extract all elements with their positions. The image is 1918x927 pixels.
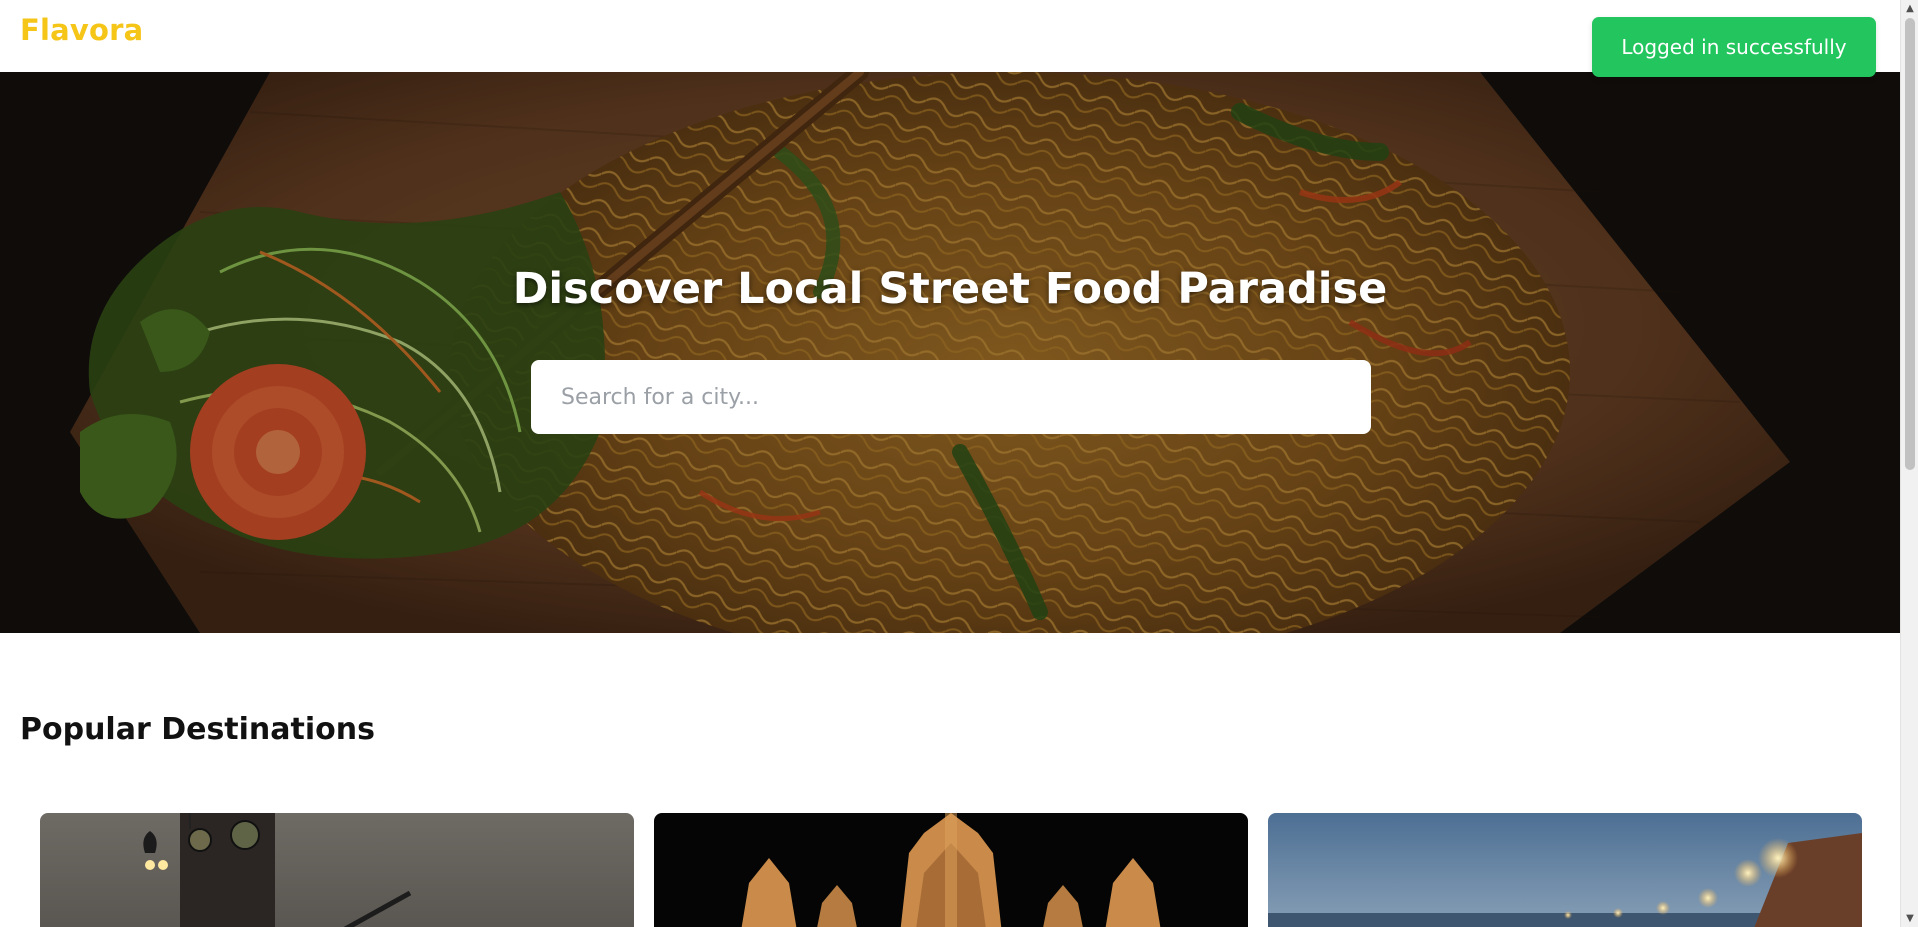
brand-logo[interactable]: Flavora — [20, 13, 143, 47]
city-clock-tower-image — [40, 813, 634, 927]
hero-banner: Discover Local Street Food Paradise — [0, 72, 1900, 633]
destination-cards — [40, 813, 1862, 927]
page-viewport: Flavora Logged in successfully Discover … — [0, 0, 1900, 927]
destination-card-2[interactable] — [654, 813, 1248, 927]
scroll-down-arrow-icon[interactable]: ▼ — [1901, 910, 1918, 927]
scroll-thumb[interactable] — [1905, 18, 1915, 470]
destination-card-1[interactable] — [40, 813, 634, 927]
popular-destinations-title: Popular Destinations — [20, 712, 375, 747]
riverside-evening-image — [1268, 813, 1862, 927]
hero-title: Discover Local Street Food Paradise — [512, 264, 1388, 314]
success-toast[interactable]: Logged in successfully — [1592, 17, 1876, 77]
destination-card-3[interactable] — [1268, 813, 1862, 927]
vertical-scrollbar[interactable]: ▲ ▼ — [1900, 0, 1918, 927]
city-search-input[interactable] — [531, 360, 1371, 434]
scroll-up-arrow-icon[interactable]: ▲ — [1901, 0, 1918, 17]
hero-food-image — [0, 72, 1900, 633]
temple-night-image — [654, 813, 1248, 927]
